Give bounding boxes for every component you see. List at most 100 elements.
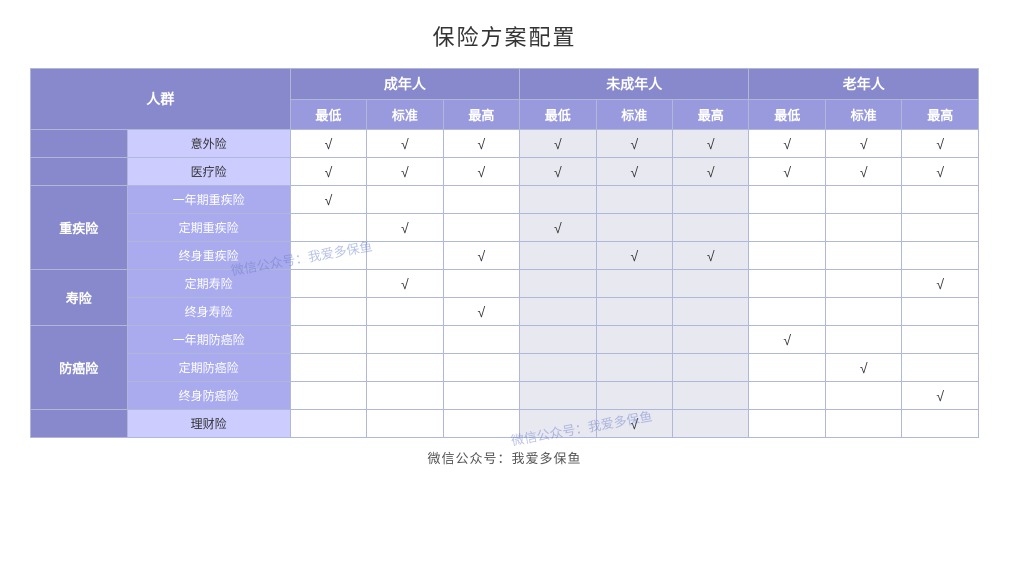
cat-main-cell: [31, 130, 128, 158]
data-cell: √: [290, 158, 366, 186]
cat-sub-cell: 终身重疾险: [127, 242, 290, 270]
data-cell: [825, 410, 901, 438]
data-cell: √: [596, 158, 672, 186]
data-cell: [673, 298, 749, 326]
data-cell: [443, 186, 519, 214]
header-adult-std: 标准: [367, 100, 443, 130]
data-cell: [825, 326, 901, 354]
data-cell: √: [443, 130, 519, 158]
data-cell: √: [673, 158, 749, 186]
check-mark: √: [478, 136, 486, 152]
data-cell: √: [825, 158, 901, 186]
data-cell: √: [902, 382, 979, 410]
data-cell: [749, 382, 825, 410]
data-cell: [443, 354, 519, 382]
cat-main-cell: [31, 410, 128, 438]
check-mark: √: [630, 164, 638, 180]
cat-sub-cell: 理财险: [127, 410, 290, 438]
data-cell: [825, 186, 901, 214]
data-cell: [749, 214, 825, 242]
data-cell: [290, 382, 366, 410]
check-mark: √: [401, 220, 409, 236]
data-cell: √: [520, 130, 596, 158]
header-minor-max: 最高: [673, 100, 749, 130]
data-cell: [902, 186, 979, 214]
check-mark: √: [478, 164, 486, 180]
data-cell: [596, 270, 672, 298]
data-cell: [749, 186, 825, 214]
check-mark: √: [783, 136, 791, 152]
check-mark: √: [554, 220, 562, 236]
check-mark: √: [783, 332, 791, 348]
check-mark: √: [860, 136, 868, 152]
check-mark: √: [554, 164, 562, 180]
data-cell: √: [520, 158, 596, 186]
data-cell: √: [596, 130, 672, 158]
data-cell: [596, 298, 672, 326]
check-mark: √: [325, 192, 333, 208]
cat-sub-cell: 终身防癌险: [127, 382, 290, 410]
data-cell: [673, 270, 749, 298]
page-title: 保险方案配置: [432, 20, 576, 52]
data-cell: [520, 410, 596, 438]
data-cell: [749, 410, 825, 438]
header-elderly-min: 最低: [749, 100, 825, 130]
cat-sub-cell: 定期防癌险: [127, 354, 290, 382]
data-cell: [290, 326, 366, 354]
data-cell: √: [749, 158, 825, 186]
check-mark: √: [554, 136, 562, 152]
data-cell: [902, 242, 979, 270]
data-cell: [749, 298, 825, 326]
cat-sub-cell: 终身寿险: [127, 298, 290, 326]
data-cell: [367, 298, 443, 326]
header-minor-min: 最低: [520, 100, 596, 130]
main-table: 人群 成年人 未成年人 老年人 最低 标准 最高 最低 标准 最高 最低 标准 …: [30, 68, 979, 438]
header-elderly: 老年人: [749, 69, 979, 100]
data-cell: [902, 354, 979, 382]
data-cell: √: [673, 242, 749, 270]
check-mark: √: [936, 276, 944, 292]
check-mark: √: [783, 164, 791, 180]
header-minor-std: 标准: [596, 100, 672, 130]
data-cell: [673, 354, 749, 382]
cat-sub-cell: 意外险: [127, 130, 290, 158]
data-cell: [290, 214, 366, 242]
data-cell: [825, 270, 901, 298]
header-adult-max: 最高: [443, 100, 519, 130]
data-cell: √: [596, 242, 672, 270]
check-mark: √: [936, 164, 944, 180]
data-cell: [443, 270, 519, 298]
data-cell: [520, 270, 596, 298]
data-cell: √: [825, 354, 901, 382]
check-mark: √: [936, 136, 944, 152]
data-cell: [290, 410, 366, 438]
data-cell: √: [443, 298, 519, 326]
cat-main-cell: 寿险: [31, 270, 128, 326]
data-cell: √: [825, 130, 901, 158]
data-cell: √: [290, 130, 366, 158]
data-cell: [596, 214, 672, 242]
header-group-col: 人群: [31, 69, 291, 130]
data-cell: [673, 214, 749, 242]
footer-text: 微信公众号：我爱多保鱼: [427, 448, 581, 467]
check-mark: √: [325, 136, 333, 152]
data-cell: [596, 326, 672, 354]
data-cell: [749, 354, 825, 382]
cat-sub-cell: 一年期防癌险: [127, 326, 290, 354]
data-cell: √: [520, 214, 596, 242]
data-cell: [825, 214, 901, 242]
data-cell: [596, 354, 672, 382]
data-cell: [902, 326, 979, 354]
data-cell: [367, 186, 443, 214]
check-mark: √: [325, 164, 333, 180]
data-cell: [520, 298, 596, 326]
data-cell: [443, 326, 519, 354]
data-cell: [673, 326, 749, 354]
data-cell: [520, 326, 596, 354]
check-mark: √: [860, 164, 868, 180]
data-cell: [290, 298, 366, 326]
check-mark: √: [707, 136, 715, 152]
data-cell: √: [367, 158, 443, 186]
header-adult-min: 最低: [290, 100, 366, 130]
data-cell: [367, 382, 443, 410]
